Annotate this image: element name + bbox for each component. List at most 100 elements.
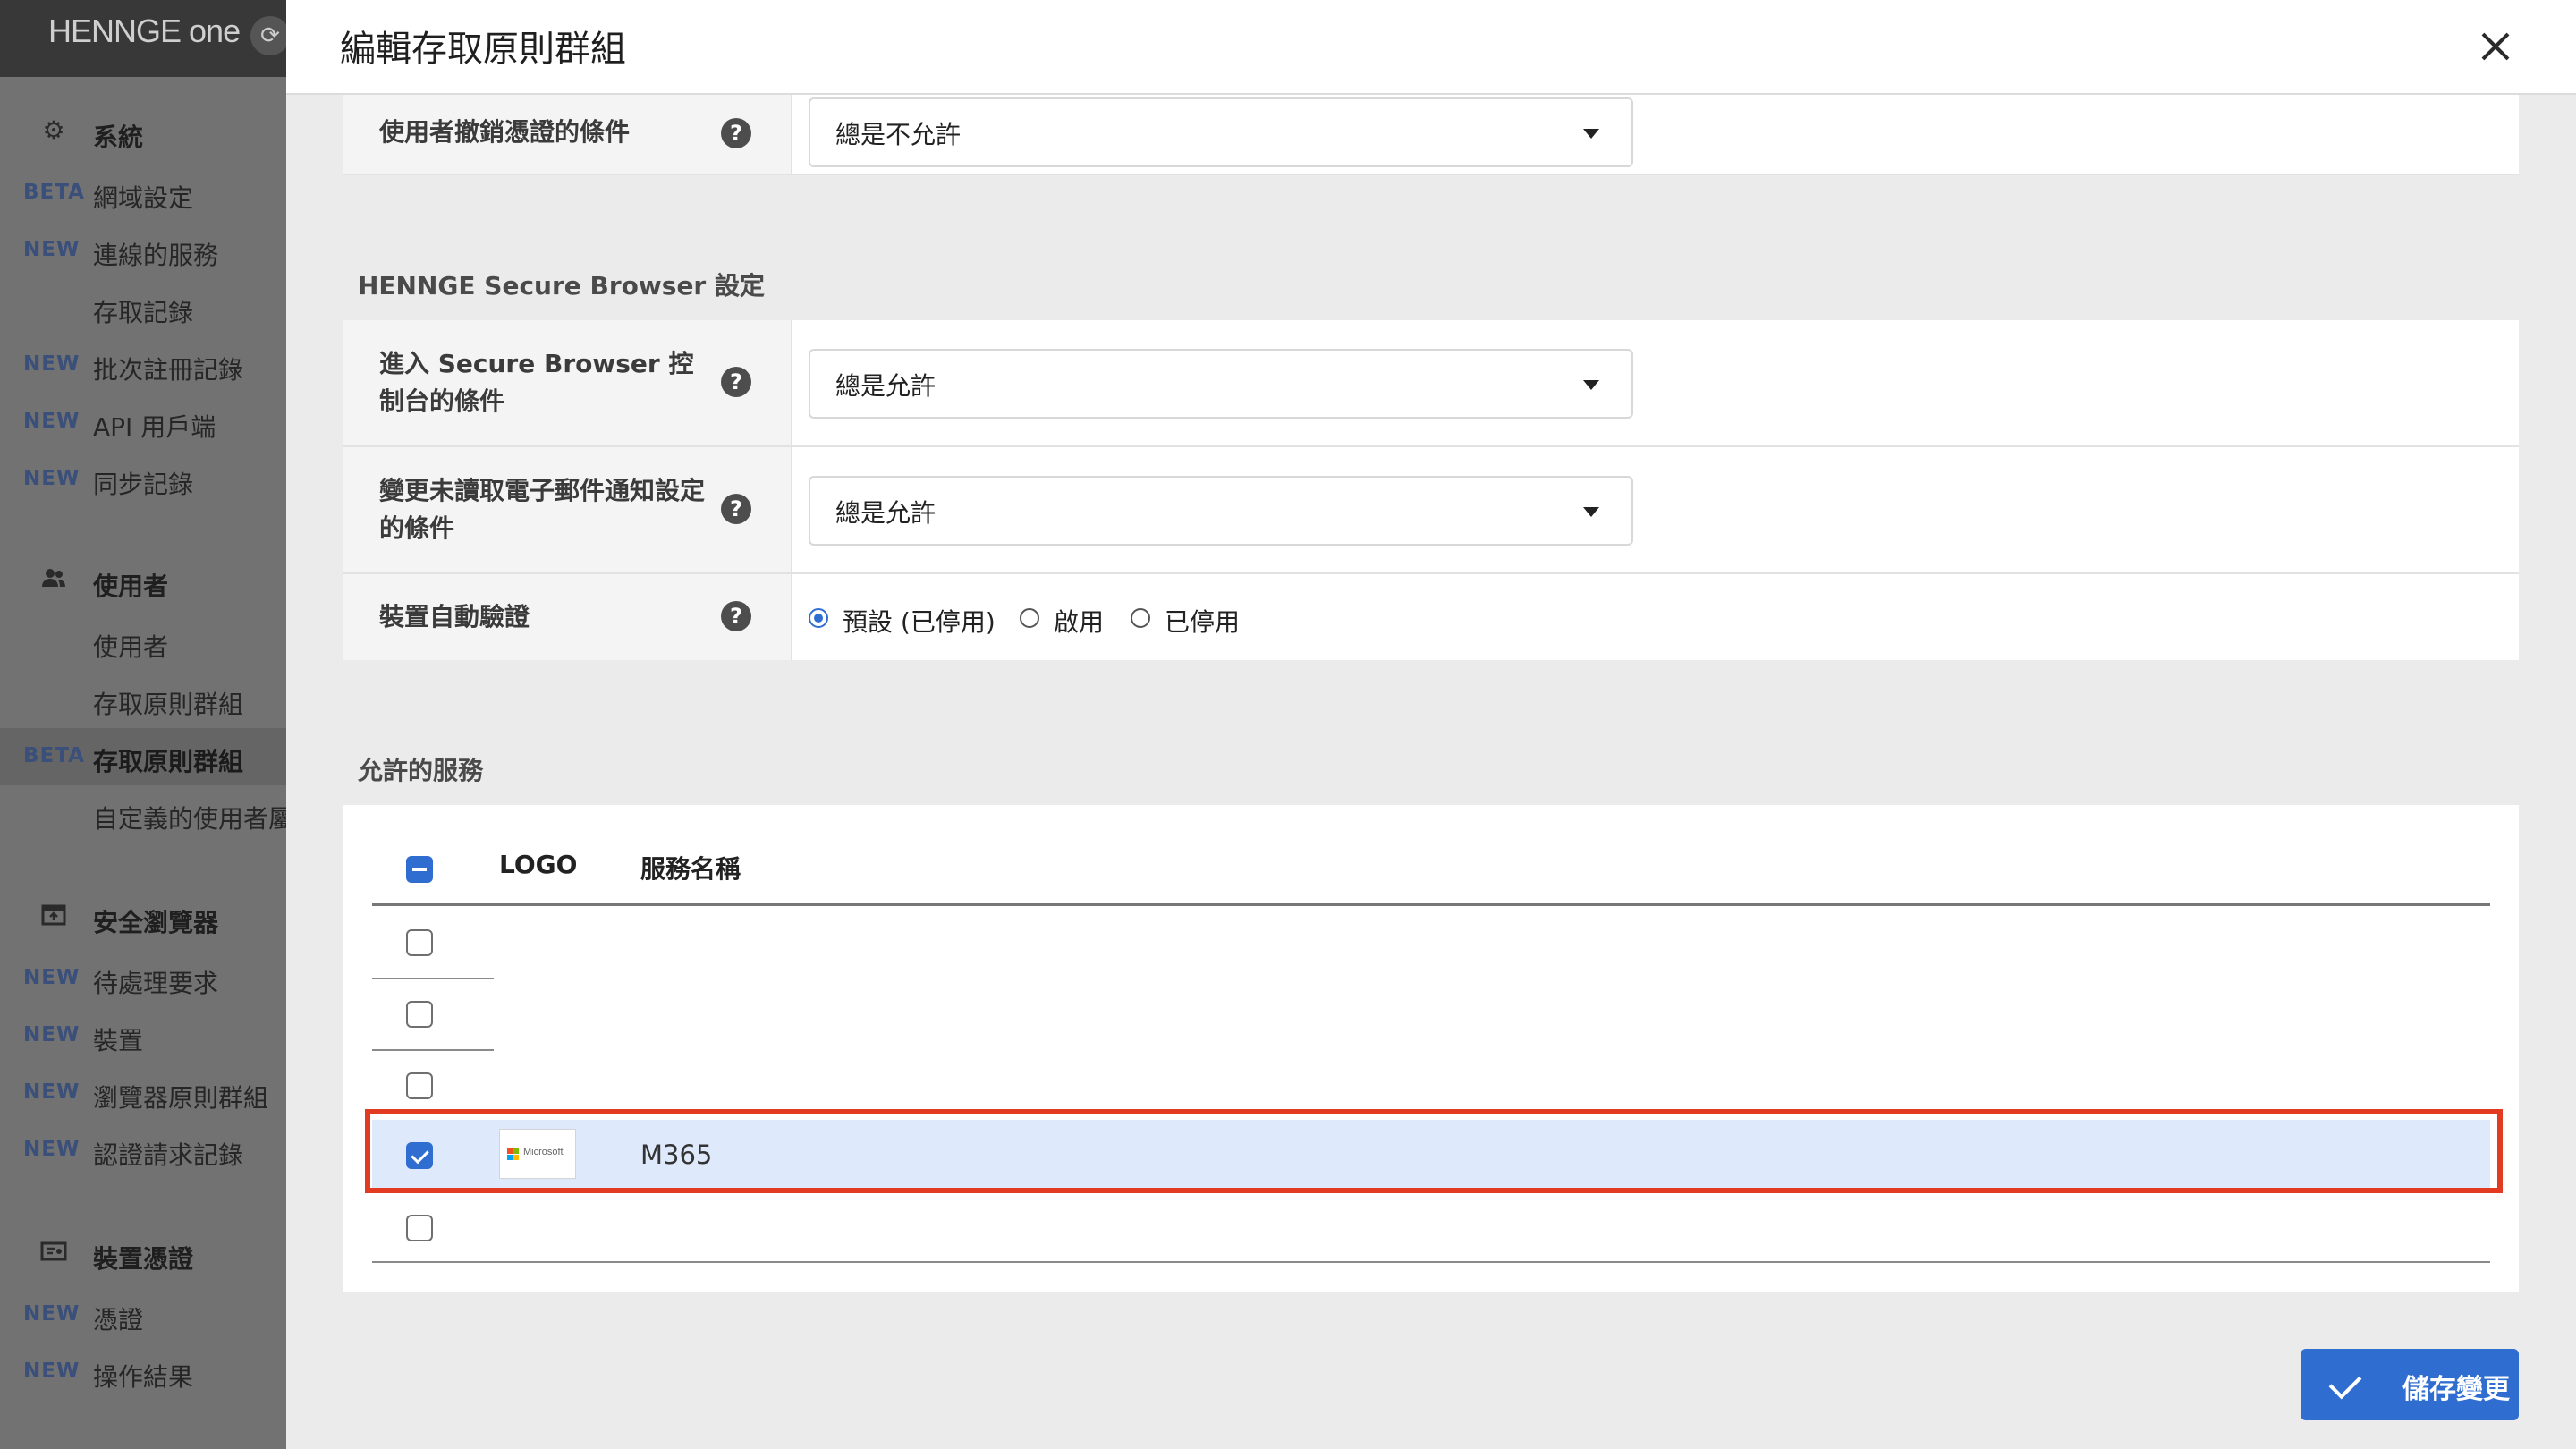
sidebar-item-operation-results[interactable]: NEW 操作結果 xyxy=(0,1343,286,1401)
secure-browser-panel: 進入 Secure Browser 控制台的條件 ? 總是允許 變更未讀取電子郵… xyxy=(343,320,2519,660)
sidebar-item-users[interactable]: 使用者 xyxy=(0,614,286,671)
users-icon xyxy=(39,565,68,594)
sidebar-section-device-certificates[interactable]: 裝置憑證 xyxy=(0,1225,286,1283)
microsoft-logo: Microsoft xyxy=(499,1129,576,1179)
browser-icon xyxy=(39,902,68,930)
console-access-row: 進入 Secure Browser 控制台的條件 ? 總是允許 xyxy=(343,320,2519,447)
check-icon xyxy=(2328,1366,2362,1400)
revoke-credential-select[interactable]: 總是不允許 xyxy=(809,97,1633,167)
beta-badge: BETA xyxy=(23,744,85,767)
new-badge: NEW xyxy=(23,1080,80,1104)
sidebar-item-access-policy-groups-beta[interactable]: BETA 存取原則群組 xyxy=(0,728,286,785)
unread-mail-notification-select[interactable]: 總是允許 xyxy=(809,476,1633,546)
new-badge: NEW xyxy=(23,1138,80,1161)
row-label-cell: 進入 Secure Browser 控制台的條件 ? xyxy=(343,320,792,445)
gear-icon: ⚙ xyxy=(42,115,65,145)
select-value: 總是允許 xyxy=(835,498,936,528)
new-badge: NEW xyxy=(23,238,80,261)
radio-default-disabled[interactable]: 預設 (已停用) xyxy=(809,601,1005,637)
sidebar-item-api-clients[interactable]: NEW API 用戶端 xyxy=(0,394,286,451)
sidebar-item-label: 瀏覽器原則群組 xyxy=(93,1083,269,1113)
row-label: 使用者撤銷憑證的條件 xyxy=(379,117,631,147)
table-row-m365[interactable]: Microsoft M365 xyxy=(372,1120,2490,1191)
row-checkbox[interactable] xyxy=(406,929,433,956)
row-label: 變更未讀取電子郵件通知設定的條件 xyxy=(379,476,706,543)
sidebar-section-system[interactable]: ⚙ 系統 xyxy=(0,104,286,161)
row-label-cell: 變更未讀取電子郵件通知設定的條件 ? xyxy=(343,447,792,572)
revoke-credential-row: 使用者撤銷憑證的條件 ? 總是不允許 xyxy=(343,95,2519,175)
radio-label: 啟用 xyxy=(1054,607,1105,637)
radio-selected-icon xyxy=(809,608,828,628)
row-label-cell: 裝置自動驗證 ? xyxy=(343,574,792,660)
new-badge: NEW xyxy=(23,352,80,376)
new-badge: NEW xyxy=(23,467,80,490)
allowed-services-section-title: 允許的服務 xyxy=(358,756,484,785)
sidebar-item-connected-services[interactable]: NEW 連線的服務 xyxy=(0,222,286,279)
user-settings-panel: 使用者撤銷憑證的條件 ? 總是不允許 xyxy=(343,95,2519,175)
row-checkbox[interactable] xyxy=(406,1215,433,1241)
sidebar-item-label: 使用者 xyxy=(93,632,169,662)
sidebar-item-access-logs[interactable]: 存取記錄 xyxy=(0,279,286,336)
sidebar: HENNGE one ⟳ ⚙ 系統 BETA 網域設定 NEW 連線的服務 存取… xyxy=(0,0,286,1449)
logo-text: Microsoft xyxy=(523,1147,564,1157)
select-value: 總是允許 xyxy=(835,371,936,401)
new-badge: NEW xyxy=(23,410,80,433)
sidebar-item-certificates[interactable]: NEW 憑證 xyxy=(0,1286,286,1343)
services-table-header: LOGO 服務名稱 xyxy=(372,805,2490,906)
new-badge: NEW xyxy=(23,966,80,989)
sidebar-item-label: 裝置 xyxy=(93,1026,144,1055)
radio-enabled[interactable]: 啟用 xyxy=(1020,601,1118,637)
sidebar-item-batch-logs[interactable]: NEW 批次註冊記錄 xyxy=(0,336,286,394)
sidebar-item-domain-settings[interactable]: BETA 網域設定 xyxy=(0,165,286,222)
sidebar-section-secure-browser[interactable]: 安全瀏覽器 xyxy=(0,889,286,946)
save-changes-button[interactable]: 儲存變更 xyxy=(2301,1349,2519,1420)
radio-unselected-icon xyxy=(1020,608,1039,628)
sidebar-item-auth-request-logs[interactable]: NEW 認證請求記錄 xyxy=(0,1122,286,1179)
sidebar-item-devices[interactable]: NEW 裝置 xyxy=(0,1007,286,1064)
sidebar-item-label: 憑證 xyxy=(93,1305,144,1335)
sidebar-item-pending-requests[interactable]: NEW 待處理要求 xyxy=(0,950,286,1007)
table-row xyxy=(372,906,2490,978)
microsoft-squares-icon xyxy=(507,1148,520,1161)
certificate-icon xyxy=(39,1238,68,1267)
sidebar-item-access-policy-groups[interactable]: 存取原則群組 xyxy=(0,671,286,728)
caret-down-icon xyxy=(1583,129,1599,139)
secure-browser-section-title: HENNGE Secure Browser 設定 xyxy=(358,271,765,301)
caret-down-icon xyxy=(1583,380,1599,390)
sidebar-item-sync-logs[interactable]: NEW 同步記錄 xyxy=(0,451,286,508)
table-row xyxy=(372,1193,2490,1265)
sidebar-section-users[interactable]: 使用者 xyxy=(0,553,286,610)
beta-badge: BETA xyxy=(23,181,85,204)
sidebar-item-label: 操作結果 xyxy=(93,1362,194,1392)
column-header-service-name: 服務名稱 xyxy=(640,854,741,884)
console-access-select[interactable]: 總是允許 xyxy=(809,349,1633,419)
select-value: 總是不允許 xyxy=(835,120,962,149)
sidebar-item-label: API 用戶端 xyxy=(93,412,216,442)
allowed-services-panel: LOGO 服務名稱 Microsoft M365 xyxy=(343,805,2519,1292)
row-checkbox[interactable] xyxy=(406,1072,433,1099)
sidebar-item-label: 批次註冊記錄 xyxy=(93,355,244,385)
row-label: 進入 Secure Browser 控制台的條件 xyxy=(379,349,694,416)
sidebar-item-label: 網域設定 xyxy=(93,183,194,213)
save-button-label: 儲存變更 xyxy=(2402,1374,2510,1405)
help-icon[interactable]: ? xyxy=(721,494,751,524)
edit-access-policy-group-modal: 編輯存取原則群組 使用者撤銷憑證的條件 ? 總是不允許 HENNGE Secur… xyxy=(286,0,2576,1449)
modal-title: 編輯存取原則群組 xyxy=(340,29,626,70)
radio-unselected-icon xyxy=(1131,608,1150,628)
row-checkbox[interactable] xyxy=(406,1001,433,1028)
new-badge: NEW xyxy=(23,1360,80,1383)
sidebar-item-label: 存取原則群組 xyxy=(93,747,244,776)
select-all-checkbox[interactable] xyxy=(406,856,433,883)
sidebar-item-custom-attributes[interactable]: 自定義的使用者屬 xyxy=(0,785,286,843)
help-icon[interactable]: ? xyxy=(721,601,751,631)
sidebar-item-label: 自定義的使用者屬 xyxy=(93,804,286,834)
column-header-logo: LOGO xyxy=(499,850,578,879)
radio-disabled[interactable]: 已停用 xyxy=(1131,601,1256,637)
row-checkbox-checked[interactable] xyxy=(406,1142,433,1169)
new-badge: NEW xyxy=(23,1023,80,1046)
brand-logo[interactable]: HENNGE one xyxy=(48,13,241,50)
help-icon[interactable]: ? xyxy=(721,367,751,397)
sidebar-item-browser-policy-groups[interactable]: NEW 瀏覽器原則群組 xyxy=(0,1064,286,1122)
close-button[interactable] xyxy=(2469,20,2522,73)
help-icon[interactable]: ? xyxy=(721,118,751,148)
